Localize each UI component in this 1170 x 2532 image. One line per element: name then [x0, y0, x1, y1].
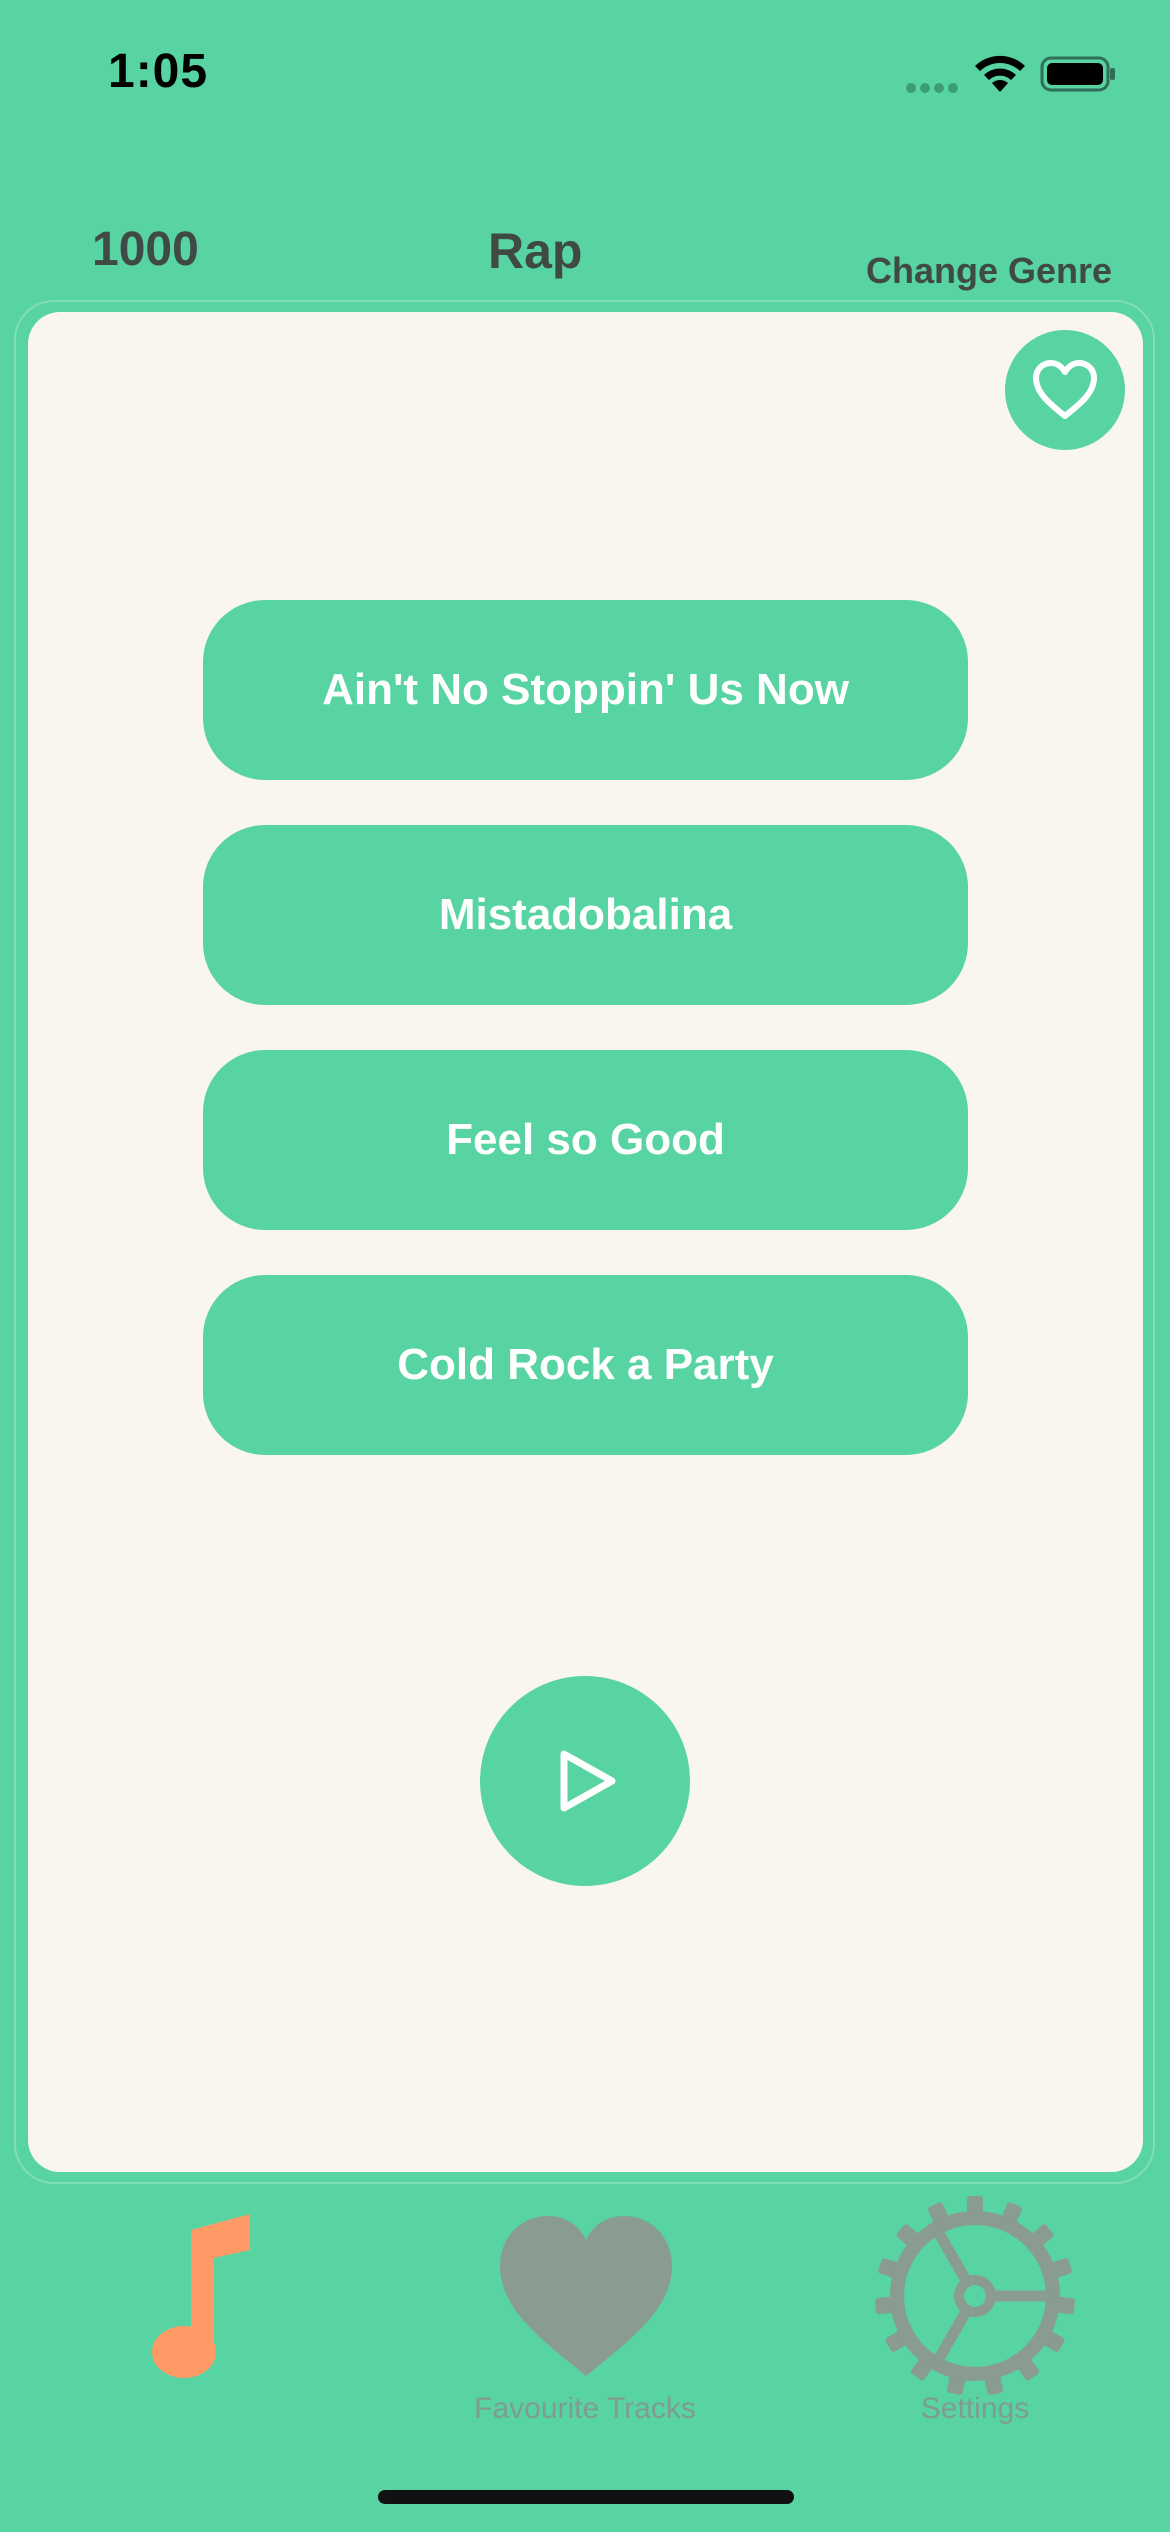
quiz-card — [28, 312, 1143, 2172]
music-note-icon — [152, 2214, 250, 2378]
status-bar: 1:05 — [0, 0, 1170, 150]
heart-icon — [500, 2216, 672, 2376]
genre-title: Rap — [488, 223, 583, 279]
answer-button-3[interactable]: Feel so Good — [203, 1050, 968, 1230]
play-icon — [560, 1750, 616, 1812]
tab-music[interactable] — [130, 2190, 270, 2430]
favourite-button[interactable] — [1005, 330, 1125, 450]
answer-button-1[interactable]: Ain't No Stoppin' Us Now — [203, 600, 968, 780]
battery-icon — [1040, 56, 1115, 92]
score-label: 1000 — [92, 223, 199, 276]
home-indicator — [378, 2490, 794, 2504]
tab-label-settings: Settings — [920, 2392, 1030, 2425]
answer-button-4[interactable]: Cold Rock a Party — [203, 1275, 968, 1455]
heart-outline-icon — [1033, 360, 1097, 419]
gear-icon — [875, 2196, 1075, 2395]
wifi-icon — [975, 55, 1025, 92]
tab-label-favourite-tracks: Favourite Tracks — [474, 2392, 696, 2425]
answer-button-2[interactable]: Mistadobalina — [203, 825, 968, 1005]
cellular-signal-icon — [906, 83, 958, 93]
change-genre-button[interactable]: Change Genre — [866, 250, 1112, 292]
play-button[interactable] — [480, 1676, 690, 1886]
status-time: 1:05 — [108, 45, 209, 98]
